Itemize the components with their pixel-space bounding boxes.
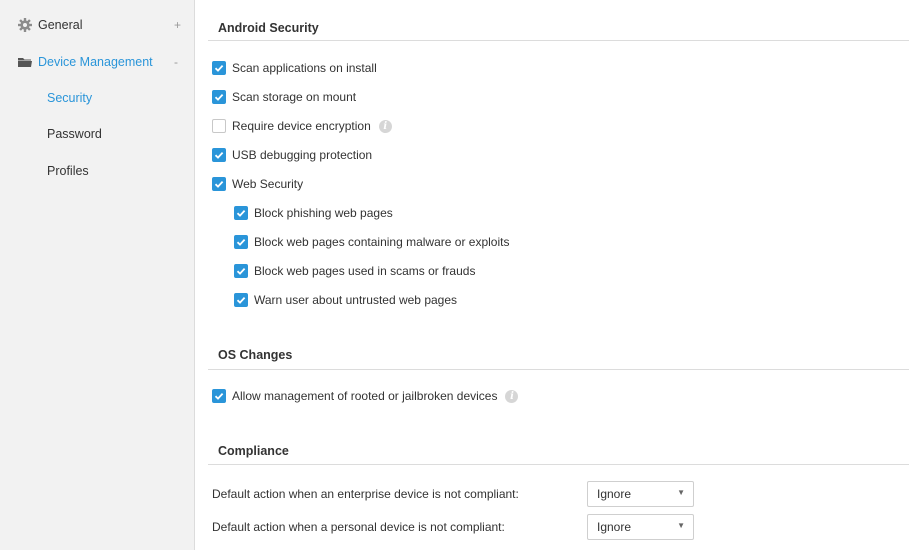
checkbox-checked-icon[interactable] bbox=[234, 264, 248, 278]
compliance-row-enterprise: Default action when an enterprise device… bbox=[212, 484, 519, 504]
select-value: Ignore bbox=[597, 520, 632, 534]
checkbox-label: Require device encryption bbox=[232, 119, 371, 133]
info-icon[interactable]: i bbox=[378, 119, 392, 133]
checkbox-label: Scan storage on mount bbox=[232, 90, 357, 104]
sidebar-item-label: Password bbox=[47, 127, 102, 141]
sidebar-item-label: General bbox=[38, 18, 83, 32]
personal-action-select[interactable]: Ignore ▼ bbox=[587, 514, 694, 540]
section-divider bbox=[208, 464, 909, 465]
checkbox-checked-icon[interactable] bbox=[234, 206, 248, 220]
checkbox-allow-rooted[interactable]: Allow management of rooted or jailbroken… bbox=[212, 387, 519, 405]
checkbox-usb-debugging[interactable]: USB debugging protection bbox=[212, 146, 372, 164]
sidebar-item-label: Profiles bbox=[47, 164, 89, 178]
checkbox-warn-untrusted[interactable]: Warn user about untrusted web pages bbox=[234, 291, 457, 309]
checkbox-scan-storage[interactable]: Scan storage on mount bbox=[212, 88, 356, 106]
gear-icon bbox=[17, 17, 33, 33]
info-icon[interactable]: i bbox=[505, 389, 519, 403]
compliance-row-personal: Default action when a personal device is… bbox=[212, 517, 505, 537]
checkbox-checked-icon[interactable] bbox=[234, 293, 248, 307]
checkbox-label: Block phishing web pages bbox=[254, 206, 393, 220]
section-divider bbox=[208, 40, 909, 41]
section-divider bbox=[208, 369, 909, 370]
checkbox-checked-icon[interactable] bbox=[212, 389, 226, 403]
checkbox-require-encryption[interactable]: Require device encryption i bbox=[212, 117, 392, 135]
section-title-compliance: Compliance bbox=[218, 444, 289, 458]
folder-icon bbox=[17, 54, 33, 70]
sidebar-item-password[interactable]: Password bbox=[0, 121, 195, 147]
sidebar-item-label: Device Management bbox=[38, 55, 153, 69]
checkbox-checked-icon[interactable] bbox=[212, 177, 226, 191]
checkbox-block-phishing[interactable]: Block phishing web pages bbox=[234, 204, 393, 222]
section-title-android-security: Android Security bbox=[218, 21, 319, 35]
checkbox-label: USB debugging protection bbox=[232, 148, 373, 162]
main-content: Android Security Scan applications on in… bbox=[196, 0, 909, 550]
chevron-down-icon: ▼ bbox=[677, 488, 685, 497]
checkbox-web-security[interactable]: Web Security bbox=[212, 175, 303, 193]
checkbox-scan-applications[interactable]: Scan applications on install bbox=[212, 59, 377, 77]
section-title-os-changes: OS Changes bbox=[218, 348, 293, 362]
compliance-label: Default action when an enterprise device… bbox=[212, 487, 519, 501]
collapse-icon[interactable]: - bbox=[174, 55, 178, 69]
checkbox-block-malware[interactable]: Block web pages containing malware or ex… bbox=[234, 233, 509, 251]
checkbox-label: Web Security bbox=[232, 177, 304, 191]
checkbox-label: Block web pages containing malware or ex… bbox=[254, 235, 510, 249]
expand-icon[interactable]: + bbox=[174, 18, 181, 32]
compliance-label: Default action when a personal device is… bbox=[212, 520, 505, 534]
select-value: Ignore bbox=[597, 487, 632, 501]
checkbox-unchecked-icon[interactable] bbox=[212, 119, 226, 133]
sidebar-item-general[interactable]: General + bbox=[0, 12, 195, 38]
sidebar-item-security[interactable]: Security bbox=[0, 85, 195, 111]
checkbox-block-scams[interactable]: Block web pages used in scams or frauds bbox=[234, 262, 475, 280]
checkbox-label: Warn user about untrusted web pages bbox=[254, 293, 458, 307]
sidebar-item-device-management[interactable]: Device Management - bbox=[0, 49, 195, 75]
checkbox-label: Allow management of rooted or jailbroken… bbox=[232, 389, 498, 403]
sidebar: General + Device Management - Security P… bbox=[0, 0, 195, 550]
sidebar-item-label: Security bbox=[47, 91, 93, 105]
checkbox-checked-icon[interactable] bbox=[212, 148, 226, 162]
checkbox-label: Block web pages used in scams or frauds bbox=[254, 264, 476, 278]
chevron-down-icon: ▼ bbox=[677, 521, 685, 530]
checkbox-checked-icon[interactable] bbox=[212, 61, 226, 75]
checkbox-checked-icon[interactable] bbox=[234, 235, 248, 249]
enterprise-action-select[interactable]: Ignore ▼ bbox=[587, 481, 694, 507]
checkbox-label: Scan applications on install bbox=[232, 61, 377, 75]
sidebar-item-profiles[interactable]: Profiles bbox=[0, 158, 195, 184]
checkbox-checked-icon[interactable] bbox=[212, 90, 226, 104]
